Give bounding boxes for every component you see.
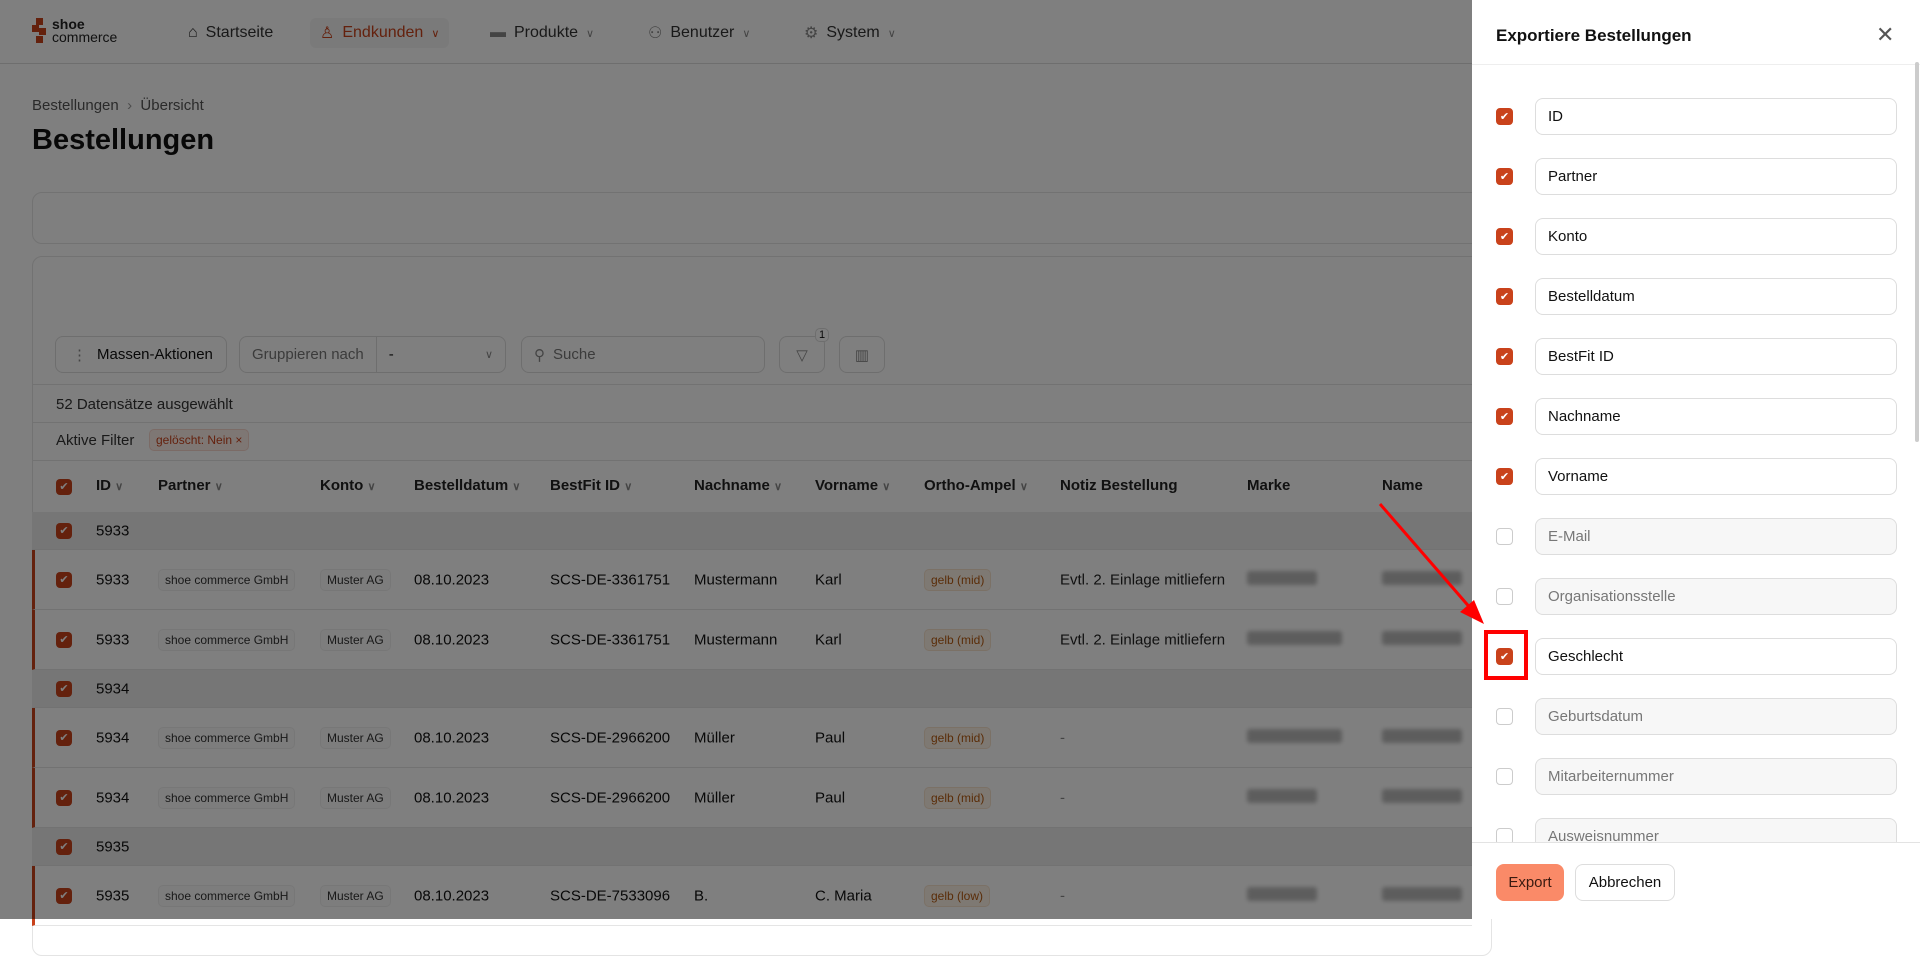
annotation-layer	[1378, 503, 1528, 680]
annotation-arrowhead	[1460, 600, 1484, 624]
annotation-arrow	[1378, 503, 1474, 611]
annotation-highlight-box	[1484, 630, 1528, 680]
